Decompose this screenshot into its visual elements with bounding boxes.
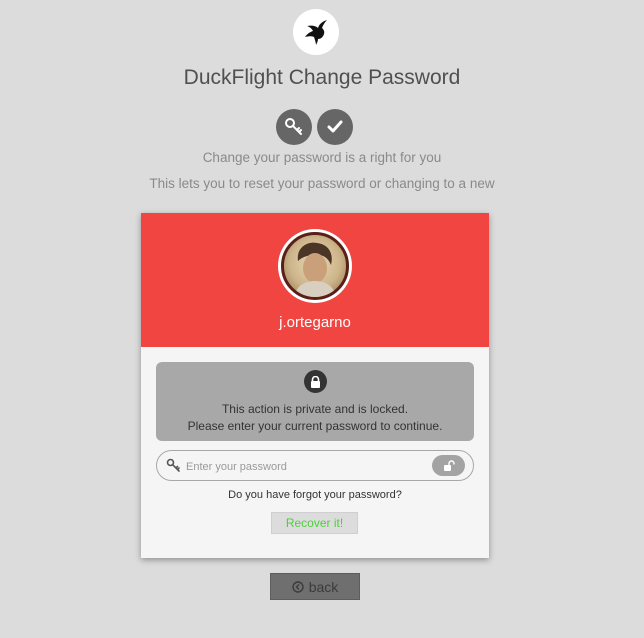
- lock-icon: [311, 375, 320, 388]
- brand-logo: [293, 9, 339, 55]
- step-key: [276, 109, 312, 145]
- locked-notice: This action is private and is locked. Pl…: [156, 362, 474, 441]
- change-password-card: j.ortegarno This action is private and i…: [141, 213, 489, 558]
- page-title: DuckFlight Change Password: [183, 66, 461, 89]
- recover-button[interactable]: Recover it!: [271, 512, 358, 534]
- username: j.ortegarno: [279, 314, 351, 331]
- avatar: [278, 229, 352, 303]
- password-field: [156, 450, 474, 481]
- back-button[interactable]: back: [270, 573, 360, 600]
- subtitle-primary: Change your password is a right for you: [202, 150, 442, 165]
- lock-badge: [304, 370, 327, 393]
- locked-message-line-1: This action is private and is locked.: [221, 402, 409, 416]
- step-check: [317, 109, 353, 145]
- key-icon: [166, 458, 180, 472]
- unlock-icon: [443, 459, 455, 471]
- circle-arrow-left-icon: [292, 580, 304, 593]
- avatar-photo: [281, 232, 349, 300]
- subtitle-secondary: This lets you to reset your password or …: [149, 176, 495, 191]
- back-label: back: [308, 578, 339, 595]
- locked-message-line-2: Please enter your current password to co…: [187, 418, 443, 433]
- locked-message: This action is private and is locked. Pl…: [156, 401, 474, 434]
- unlock-button[interactable]: [432, 455, 465, 476]
- password-input[interactable]: [184, 455, 428, 478]
- card-header: j.ortegarno: [141, 213, 489, 347]
- forgot-password-text: Do you have forgot your password?: [228, 489, 402, 501]
- check-icon: [327, 120, 343, 133]
- key-icon: [285, 118, 302, 135]
- duck-icon: [305, 20, 327, 45]
